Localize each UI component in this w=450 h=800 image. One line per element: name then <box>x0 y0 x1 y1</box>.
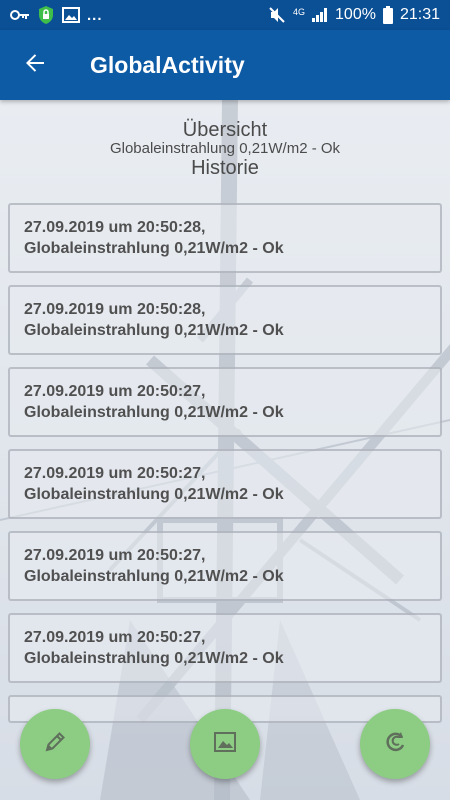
vpn-shield-icon <box>37 5 55 25</box>
history-item-timestamp: 27.09.2019 um 20:50:28, <box>24 219 206 236</box>
status-bar-right: 4G 100% 21:31 <box>268 6 440 24</box>
app-bar: GlobalActivity <box>0 30 450 100</box>
history-item[interactable]: 27.09.2019 um 20:50:27, Globaleinstrahlu… <box>8 531 442 601</box>
status-bar: ... 4G 100% 21:31 <box>0 0 450 30</box>
app-title: GlobalActivity <box>90 51 245 78</box>
history-item[interactable]: 27.09.2019 um 20:50:27, Globaleinstrahlu… <box>8 367 442 437</box>
signal-icon <box>312 8 328 22</box>
history-item-timestamp: 27.09.2019 um 20:50:27, <box>24 465 206 482</box>
history-item[interactable]: 27.09.2019 um 20:50:27, Globaleinstrahlu… <box>8 613 442 683</box>
edit-button[interactable] <box>20 709 90 779</box>
history-item-timestamp: 27.09.2019 um 20:50:27, <box>24 547 206 564</box>
history-item[interactable]: 27.09.2019 um 20:50:28, Globaleinstrahlu… <box>8 285 442 355</box>
history-item-value: Globaleinstrahlung 0,21W/m2 - Ok <box>24 568 284 585</box>
overview-header: Übersicht Globaleinstrahlung 0,21W/m2 - … <box>0 119 450 179</box>
refresh-icon <box>382 729 408 760</box>
image-icon <box>213 731 237 758</box>
status-overflow: ... <box>87 6 103 24</box>
battery-icon <box>382 6 393 24</box>
history-item-value: Globaleinstrahlung 0,21W/m2 - Ok <box>24 404 284 421</box>
image-icon <box>62 7 80 23</box>
history-item-timestamp: 27.09.2019 um 20:50:27, <box>24 629 206 646</box>
history-item-value: Globaleinstrahlung 0,21W/m2 - Ok <box>24 650 284 667</box>
status-bar-left: ... <box>10 5 103 25</box>
back-button[interactable] <box>0 30 70 100</box>
clock: 21:31 <box>399 6 440 23</box>
main-content: Übersicht Globaleinstrahlung 0,21W/m2 - … <box>0 100 450 800</box>
key-icon <box>10 8 30 22</box>
history-list: 27.09.2019 um 20:50:28, Globaleinstrahlu… <box>8 203 442 735</box>
history-item-timestamp: 27.09.2019 um 20:50:28, <box>24 301 206 318</box>
history-item-value: Globaleinstrahlung 0,21W/m2 - Ok <box>24 240 284 257</box>
image-button[interactable] <box>190 709 260 779</box>
pencil-icon <box>42 729 68 760</box>
arrow-left-icon <box>23 51 47 80</box>
network-type: 4G <box>293 6 306 17</box>
overview-summary: Globaleinstrahlung 0,21W/m2 - Ok <box>109 140 341 157</box>
history-item[interactable]: 27.09.2019 um 20:50:28, Globaleinstrahlu… <box>8 203 442 273</box>
history-item[interactable]: 27.09.2019 um 20:50:27, Globaleinstrahlu… <box>8 449 442 519</box>
history-item-value: Globaleinstrahlung 0,21W/m2 - Ok <box>24 486 284 503</box>
battery-percent: 100% <box>335 6 376 23</box>
refresh-button[interactable] <box>360 709 430 779</box>
history-title: Historie <box>191 157 259 179</box>
history-item-timestamp: 27.09.2019 um 20:50:27, <box>24 383 206 400</box>
history-item-value: Globaleinstrahlung 0,21W/m2 - Ok <box>24 322 284 339</box>
mute-icon <box>268 6 286 24</box>
overview-title: Übersicht <box>182 119 268 141</box>
